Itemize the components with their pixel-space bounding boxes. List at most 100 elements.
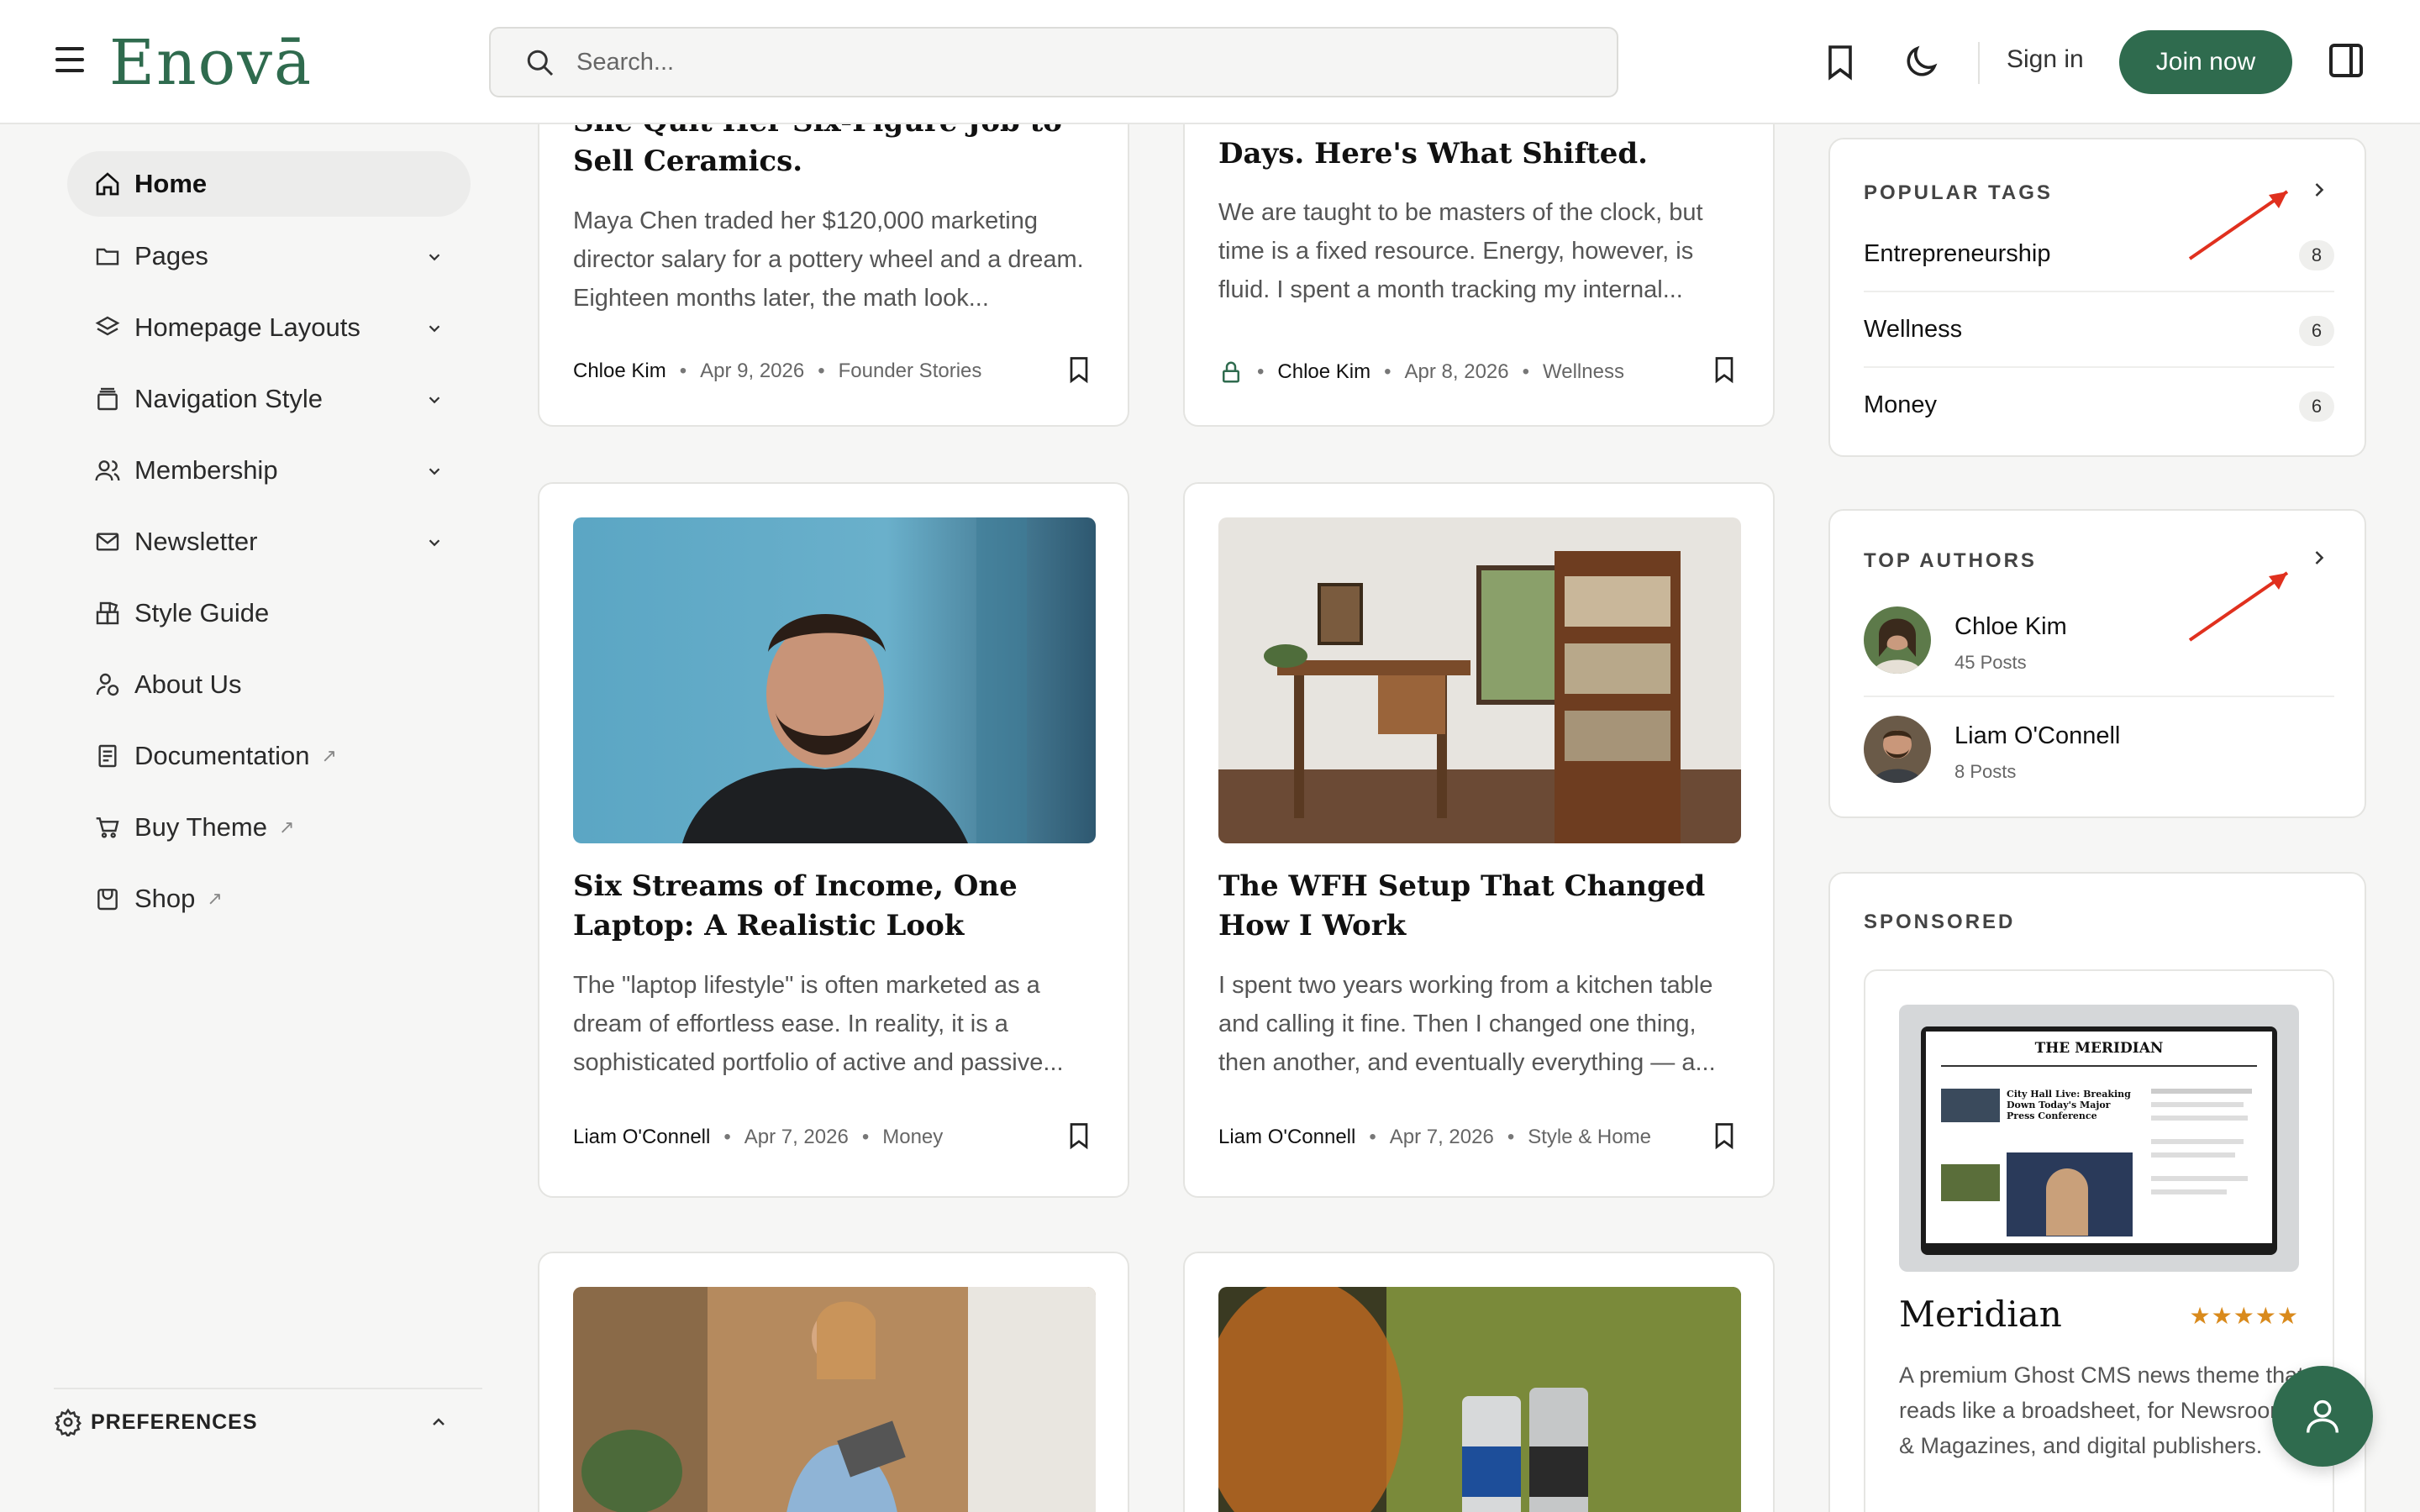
account-button[interactable] (2272, 1366, 2373, 1467)
post-excerpt: We are taught to be masters of the clock… (1218, 199, 1703, 303)
post-card[interactable]: Six Streams of Income, One Laptop: A Rea… (538, 482, 1129, 1198)
sidebar-item-pages[interactable]: Pages (67, 223, 471, 289)
post-image[interactable] (573, 1287, 1096, 1512)
sidebar-item-label: Shop (134, 884, 196, 913)
gear-icon (55, 1408, 82, 1436)
header-divider (1978, 42, 1980, 84)
chevron-down-icon (429, 468, 440, 475)
popular-tags-panel: POPULAR TAGS Entrepreneurship 8 Wellness… (1828, 138, 2366, 457)
sidebar-item-label: About Us (134, 669, 242, 699)
user-icon (2306, 1399, 2339, 1433)
post-meta: Liam O'Connell • Apr 7, 2026 • Style & H… (1218, 1126, 1651, 1149)
chevron-right-icon[interactable] (2307, 178, 2331, 202)
sponsored-card[interactable]: THE MERIDIAN City Hall Live: Breaking Do… (1864, 969, 2334, 1512)
annotation-arrow (2188, 190, 2289, 260)
post-title[interactable]: The WFH Setup That Changed How I Work (1218, 867, 1723, 946)
bookmark-icon[interactable] (1064, 1119, 1094, 1152)
bookmark-icon[interactable] (1709, 353, 1739, 386)
post-title[interactable]: Six Streams of Income, One Laptop: A Rea… (573, 867, 1077, 946)
post-image[interactable] (1218, 517, 1741, 843)
post-meta: Chloe Kim • Apr 9, 2026 • Founder Storie… (573, 360, 982, 383)
sidebar-item-label: Pages (134, 241, 208, 270)
style-guide-icon (96, 601, 119, 625)
bookmark-icon[interactable] (1820, 42, 1860, 82)
post-excerpt: I spent two years working from a kitchen… (1218, 972, 1716, 1076)
rating-stars: ★★★★★ (2189, 1303, 2299, 1329)
post-card[interactable]: The WFH Setup That Changed How I Work I … (1183, 482, 1775, 1198)
sidebar-item-label: Newsletter (134, 527, 258, 556)
sidebar-item-style-guide[interactable]: Style Guide (67, 580, 471, 646)
dark-mode-icon[interactable] (1901, 42, 1941, 82)
join-now-button[interactable]: Join now (2119, 30, 2292, 94)
post-meta: • Chloe Kim • Apr 8, 2026 • Wellness (1218, 360, 1624, 385)
bookmark-icon[interactable] (1709, 1119, 1739, 1152)
preferences-label: PREFERENCES (91, 1410, 258, 1434)
menu-icon[interactable] (55, 47, 84, 77)
author-name[interactable]: Chloe Kim (1954, 613, 2067, 641)
chevron-right-icon[interactable] (2307, 546, 2331, 570)
search-input[interactable] (576, 48, 1501, 76)
sponsored-product-name[interactable]: Meridian (1899, 1294, 2062, 1335)
post-author[interactable]: Chloe Kim (1277, 360, 1370, 384)
chevron-down-icon (429, 396, 440, 404)
post-author[interactable]: Liam O'Connell (573, 1126, 710, 1149)
tag-name: Money (1864, 391, 1938, 418)
sidebar-item-label: Home (134, 169, 208, 198)
sidebar-item-label: Buy Theme (134, 812, 267, 842)
external-link-icon: ↗ (321, 745, 337, 766)
sidebar-item-homepage-layouts[interactable]: Homepage Layouts (67, 295, 471, 360)
top-authors-panel: TOP AUTHORS Chloe Kim 45 Posts Liam O'Co… (1828, 509, 2366, 818)
navigation-icon (97, 387, 118, 411)
tag-row-wellness[interactable]: Wellness 6 (1864, 292, 2334, 368)
author-name[interactable]: Liam O'Connell (1954, 722, 2120, 750)
tag-row-money[interactable]: Money 6 (1864, 368, 2334, 444)
sidebar-toggle-icon[interactable] (2326, 40, 2366, 81)
sponsored-image[interactable]: THE MERIDIAN City Hall Live: Breaking Do… (1899, 1005, 2299, 1272)
layers-icon (95, 316, 120, 336)
sidebar-item-label: Homepage Layouts (134, 312, 360, 342)
sign-in-link[interactable]: Sign in (2007, 45, 2084, 74)
post-title[interactable]: Days. Here's What Shifted. (1218, 134, 1723, 174)
tag-count: 6 (2299, 316, 2334, 346)
shop-icon (97, 889, 118, 911)
post-tag[interactable]: Founder Stories (839, 360, 982, 383)
post-author[interactable]: Liam O'Connell (1218, 1126, 1355, 1149)
sidebar-item-buy-theme[interactable]: Buy Theme ↗ (67, 795, 471, 860)
post-date: Apr 9, 2026 (700, 360, 805, 382)
post-card[interactable] (538, 1252, 1129, 1512)
home-icon (96, 172, 119, 196)
site-logo[interactable]: Enovā (109, 25, 313, 101)
post-image[interactable] (573, 517, 1096, 843)
cart-icon (96, 817, 119, 838)
post-date: Apr 8, 2026 (1404, 360, 1509, 383)
avatar[interactable] (1864, 716, 1931, 783)
chevron-down-icon (429, 325, 440, 333)
post-tag[interactable]: Wellness (1543, 360, 1624, 384)
search-bar[interactable] (489, 27, 1618, 97)
post-card[interactable] (1183, 1252, 1775, 1512)
external-link-icon: ↗ (278, 816, 295, 837)
post-excerpt: Maya Chen traded her $120,000 marketing … (573, 207, 1084, 312)
author-row[interactable]: Liam O'Connell 8 Posts (1864, 697, 2334, 806)
about-icon (96, 673, 119, 696)
search-icon (527, 50, 554, 76)
sidebar-item-shop[interactable]: Shop ↗ (67, 866, 471, 932)
sidebar-item-label: Membership (134, 455, 278, 485)
post-author[interactable]: Chloe Kim (573, 360, 666, 383)
sidebar-item-documentation[interactable]: Documentation ↗ (67, 723, 471, 789)
mock-headline: City Hall Live: Breaking Down Today's Ma… (2007, 1089, 2131, 1121)
post-tag[interactable]: Money (882, 1126, 943, 1149)
bookmark-icon[interactable] (1064, 353, 1094, 386)
chevron-down-icon (429, 254, 440, 261)
sidebar-item-newsletter[interactable]: Newsletter (67, 509, 471, 575)
post-image[interactable] (1218, 1287, 1741, 1512)
sidebar-item-about-us[interactable]: About Us (67, 652, 471, 717)
lock-icon (1223, 361, 1239, 383)
avatar[interactable] (1864, 606, 1931, 674)
sidebar-item-navigation-style[interactable]: Navigation Style (67, 366, 471, 432)
sidebar-item-home[interactable]: Home (67, 151, 471, 217)
sidebar-item-membership[interactable]: Membership (67, 438, 471, 503)
post-tag[interactable]: Style & Home (1528, 1126, 1651, 1149)
preferences-toggle[interactable]: PREFERENCES (54, 1388, 482, 1455)
site-header: Enovā Sign in Join now (0, 0, 2420, 124)
